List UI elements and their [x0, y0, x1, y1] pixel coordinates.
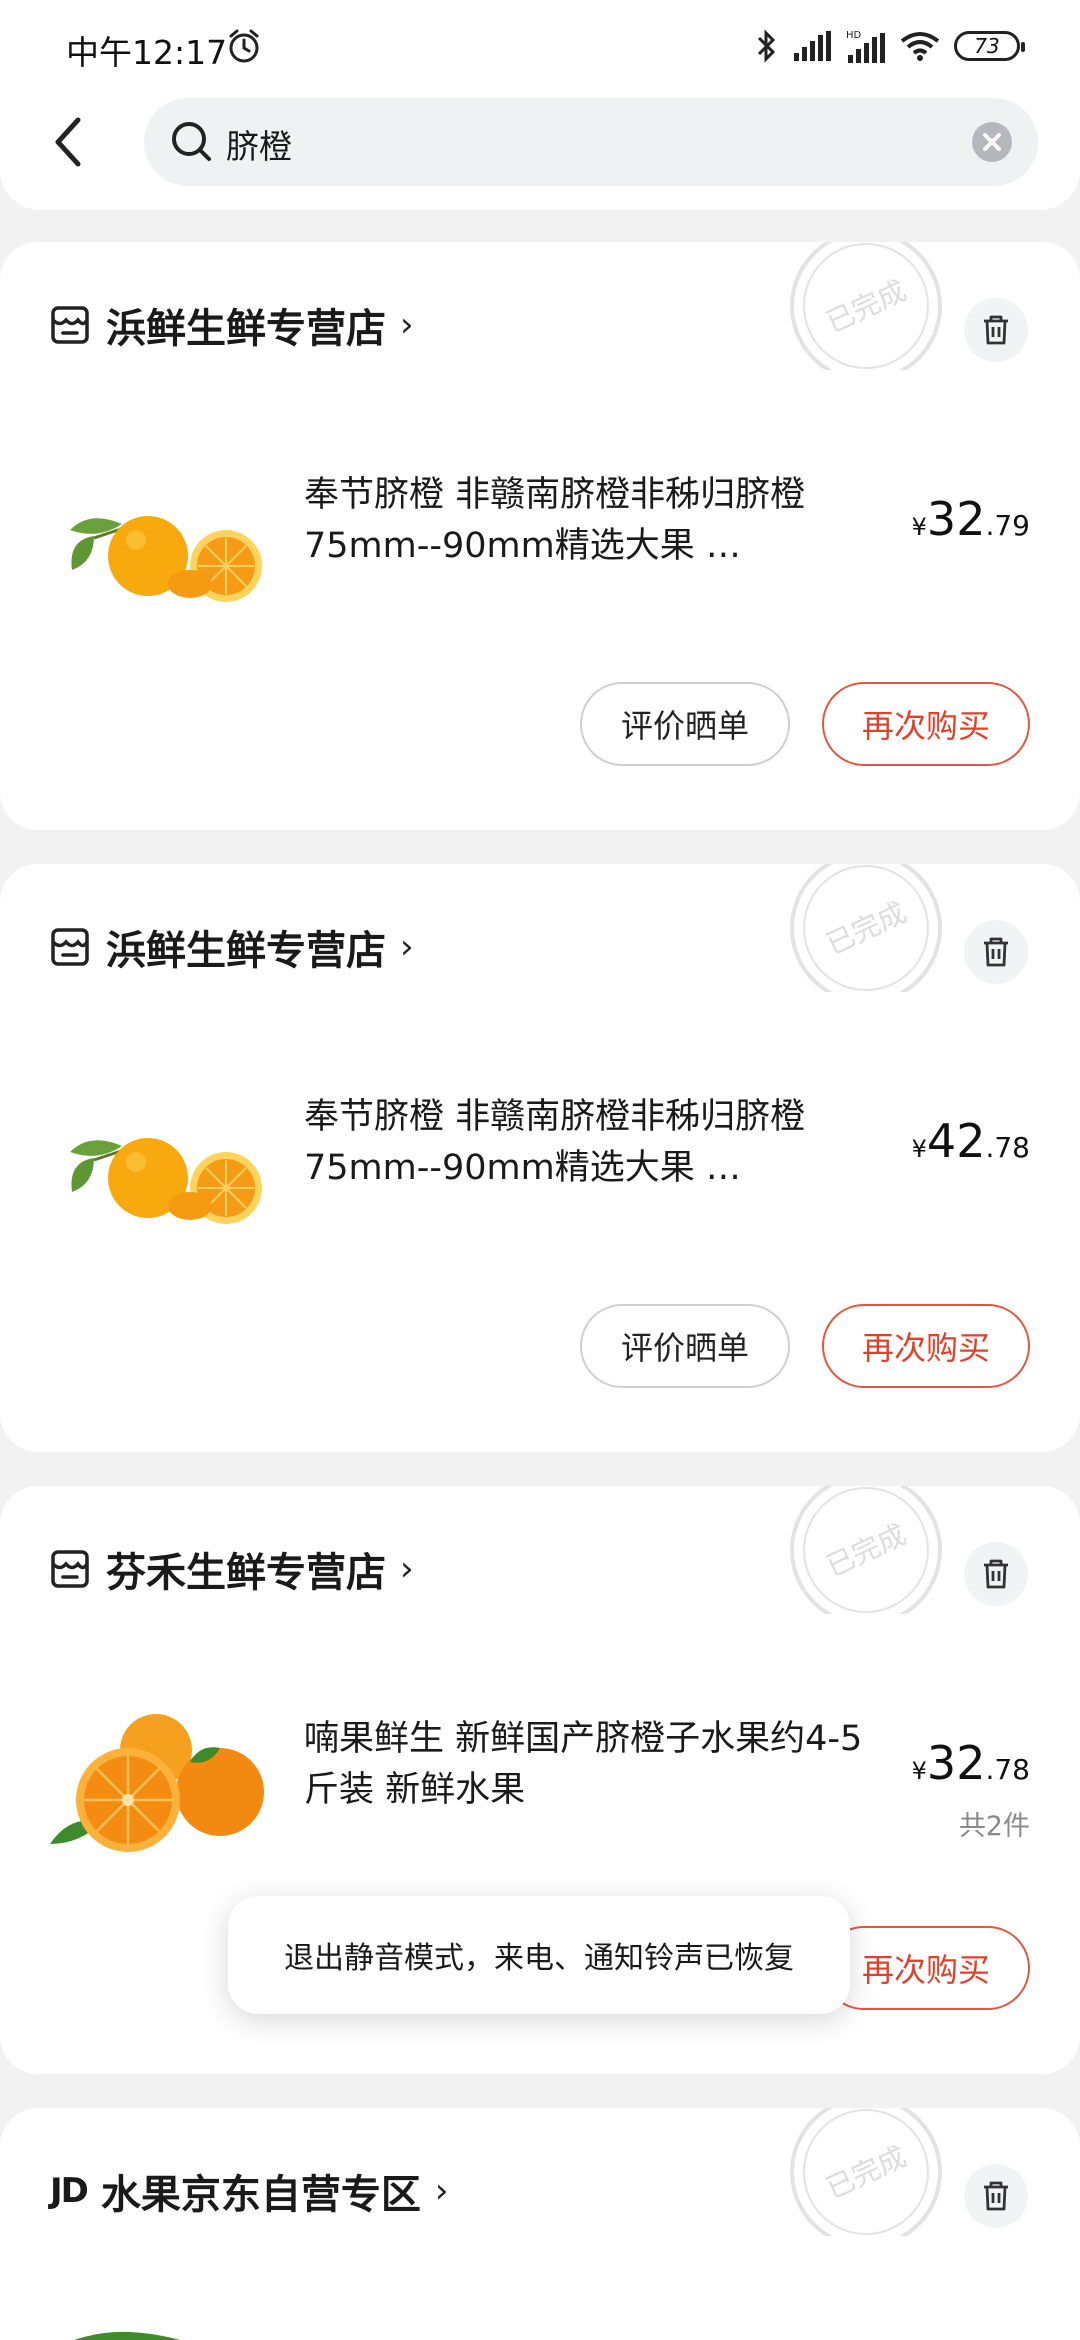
battery-level: 73: [974, 34, 1000, 58]
stamp-text: 已完成: [821, 2140, 911, 2205]
delete-order-button[interactable]: [964, 1542, 1028, 1606]
chevron-right-icon: ›: [400, 1549, 414, 1589]
price-integer: 42: [926, 1114, 986, 1168]
review-button[interactable]: 评价晒单: [580, 1304, 790, 1388]
stamp-text: 已完成: [821, 1518, 911, 1583]
price-symbol: ¥: [911, 1135, 927, 1163]
product-title[interactable]: 喃果鲜生 新鲜国产脐橙子水果约4-5斤装 新鲜水果: [304, 1714, 864, 1816]
wifi-icon: [900, 32, 940, 61]
status-time: 中午12:17: [66, 33, 228, 72]
status-icons: HD 73: [756, 26, 1025, 66]
back-button[interactable]: [44, 112, 94, 172]
search-query: 脐橙: [226, 127, 292, 166]
signal-hd-icon: HD: [846, 30, 885, 63]
stamp-text: 已完成: [821, 896, 911, 961]
shop-link[interactable]: JD 水果京东自营专区 ›: [50, 2162, 448, 2220]
product-title[interactable]: 奉节脐橙 非赣南脐橙非秭归脐橙 75mm--90mm精选大果 …: [304, 1092, 864, 1194]
item-quantity: 共2件: [958, 1811, 1030, 1842]
clear-search-icon[interactable]: [972, 122, 1012, 162]
bluetooth-icon: [757, 29, 776, 63]
price-integer: 32: [926, 1736, 986, 1790]
price-decimal: .79: [985, 509, 1030, 542]
store-icon: [51, 1550, 89, 1588]
price-symbol: ¥: [911, 513, 927, 541]
toast-message: 退出静音模式，来电、通知铃声已恢复: [284, 1941, 794, 1976]
trash-icon: [984, 1559, 1008, 1589]
rebuy-button[interactable]: 再次购买: [822, 682, 1030, 766]
battery-indicator: 73: [954, 31, 1025, 61]
product-image-orange: [70, 516, 262, 602]
shop-name: 芬禾生鲜专营店: [106, 1550, 386, 1596]
delete-order-button[interactable]: [964, 2164, 1028, 2228]
rebuy-button[interactable]: 再次购买: [822, 1926, 1030, 2010]
chevron-right-icon: ›: [434, 2171, 449, 2211]
status-bar: 中午12:17 HD 73: [0, 0, 1080, 95]
store-icon: [51, 306, 89, 344]
price-decimal: .78: [985, 1753, 1030, 1786]
shop-link[interactable]: 浜鲜生鲜专营店 ›: [50, 918, 414, 976]
search-icon: [172, 122, 211, 161]
svg-text:HD: HD: [846, 30, 862, 41]
order-card: 浜鲜生鲜专营店 › 已完成 奉节脐橙 非赣南脐橙非秭归脐橙 75mm--90mm…: [0, 864, 1080, 1452]
store-icon: [51, 928, 89, 966]
completed-stamp: 已完成: [790, 2108, 942, 2236]
delete-order-button[interactable]: [964, 298, 1028, 362]
top-header: 中午12:17 HD 73 脐橙: [0, 0, 1080, 210]
order-card: JD 水果京东自营专区 › 已完成: [0, 2108, 1080, 2340]
toast-notification: 退出静音模式，来电、通知铃声已恢复: [228, 1896, 850, 2014]
signal-icon: [794, 31, 831, 61]
search-input[interactable]: 脐橙: [144, 98, 1038, 186]
product-title[interactable]: 奉节脐橙 非赣南脐橙非秭归脐橙 75mm--90mm精选大果 …: [304, 470, 864, 572]
trash-icon: [984, 937, 1008, 967]
chevron-right-icon: ›: [400, 305, 414, 345]
chevron-right-icon: ›: [400, 927, 414, 967]
shop-name: 浜鲜生鲜专营店: [106, 928, 386, 974]
completed-stamp: 已完成: [790, 864, 942, 992]
completed-stamp: 已完成: [790, 242, 942, 370]
trash-icon: [984, 2181, 1008, 2211]
shop-link[interactable]: 浜鲜生鲜专营店 ›: [50, 296, 414, 354]
review-button[interactable]: 评价晒单: [580, 682, 790, 766]
price-symbol: ¥: [911, 1757, 927, 1785]
stamp-text: 已完成: [821, 274, 911, 339]
price: ¥42.78: [912, 1114, 1030, 1168]
product-image-oranges: [50, 1714, 264, 1852]
price-integer: 32: [926, 492, 986, 546]
rebuy-button[interactable]: 再次购买: [822, 1304, 1030, 1388]
delete-order-button[interactable]: [964, 920, 1028, 984]
price-decimal: .78: [985, 1131, 1030, 1164]
order-card: 浜鲜生鲜专营店 › 已完成 奉节脐橙 非赣南脐橙非秭归脐橙 75mm--90mm…: [0, 242, 1080, 830]
alarm-clock-icon: [229, 29, 259, 63]
price: ¥32.79: [912, 492, 1030, 546]
product-image-partial: [73, 2331, 181, 2340]
shop-name: 水果京东自营专区: [100, 2172, 421, 2218]
shop-name: 浜鲜生鲜专营店: [106, 306, 386, 352]
trash-icon: [984, 315, 1008, 345]
completed-stamp: 已完成: [790, 1486, 942, 1614]
product-image-orange: [70, 1138, 262, 1224]
price: ¥32.78: [912, 1736, 1030, 1790]
jd-logo: JD: [50, 2171, 89, 2211]
shop-link[interactable]: 芬禾生鲜专营店 ›: [50, 1540, 414, 1598]
